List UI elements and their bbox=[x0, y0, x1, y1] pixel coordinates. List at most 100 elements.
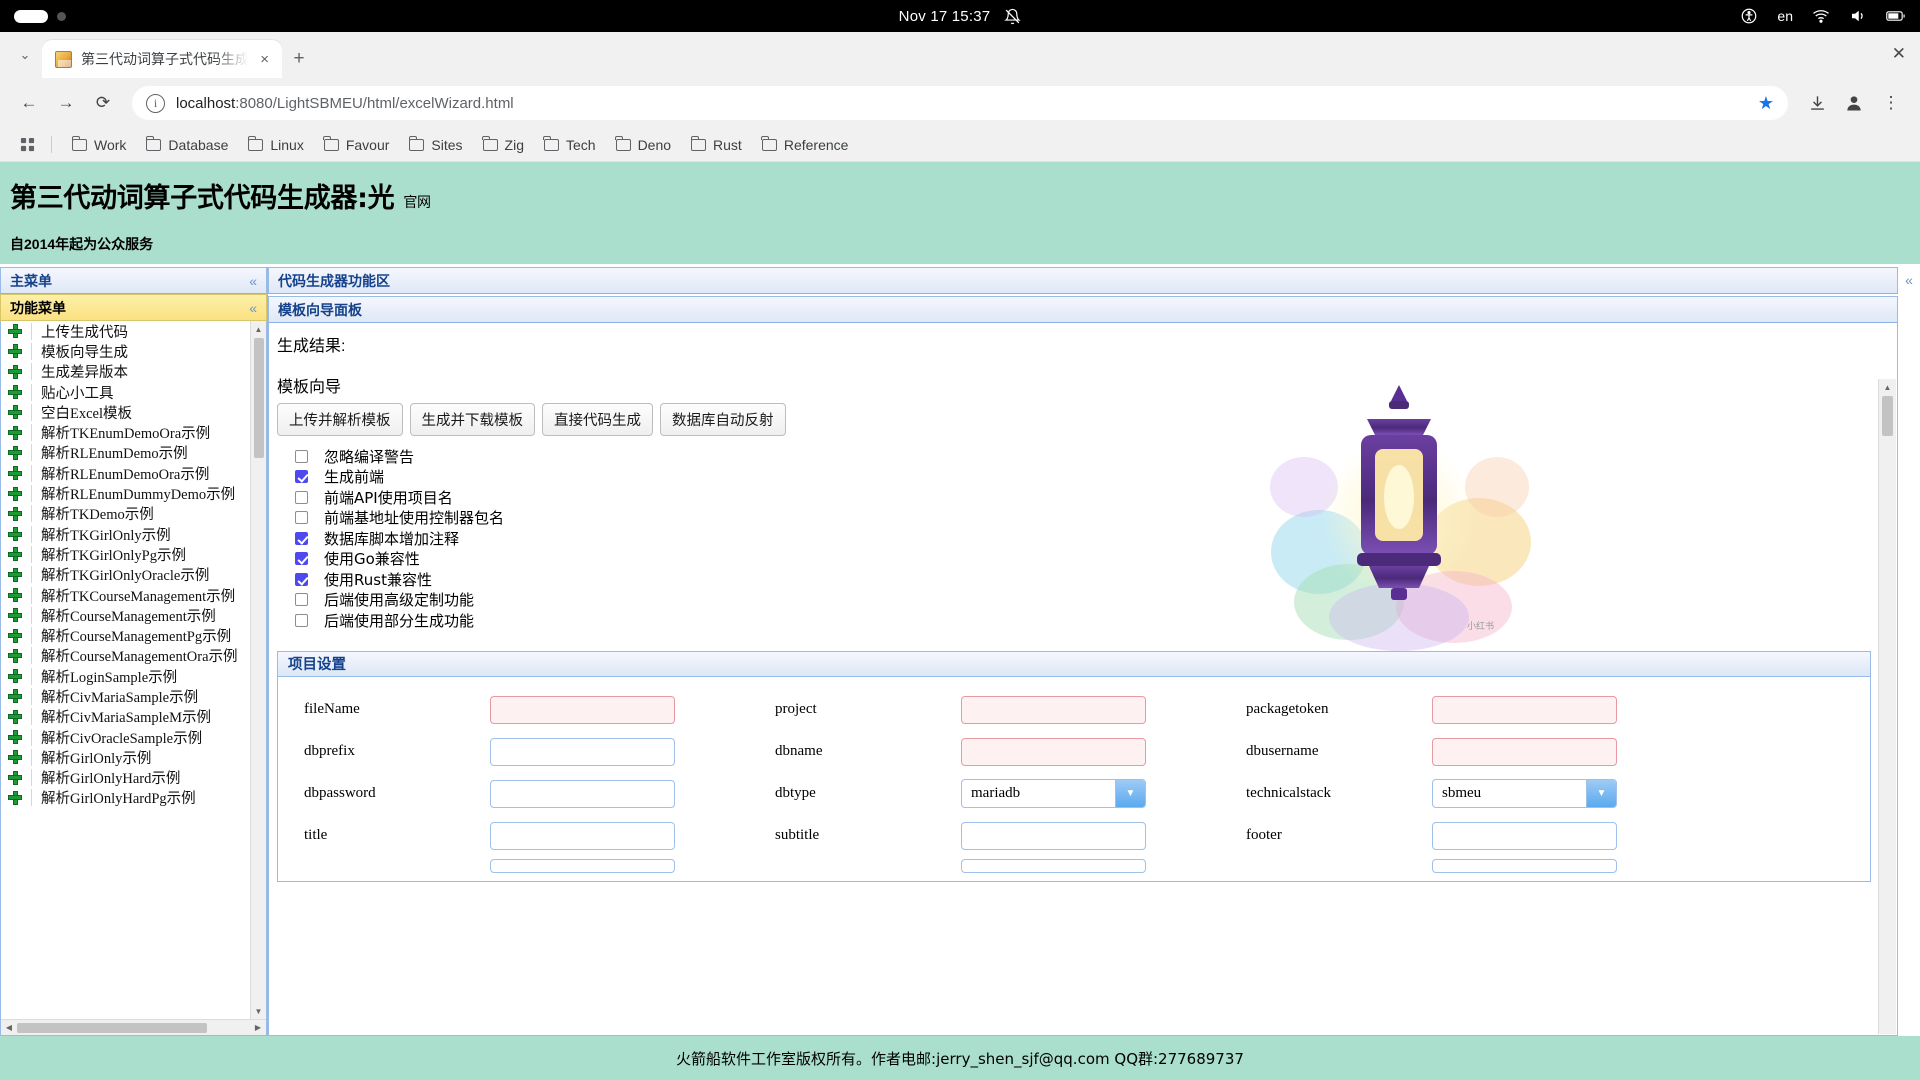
scroll-down-icon[interactable]: ▼ bbox=[251, 1003, 267, 1019]
scroll-up-icon[interactable]: ▲ bbox=[1880, 379, 1896, 395]
sidebar-item-tools[interactable]: 贴心小工具 bbox=[1, 382, 250, 402]
window-close-icon[interactable]: ✕ bbox=[1892, 44, 1906, 64]
sidebar-item-rlenumdummydemo[interactable]: 解析RLEnumDummyDemo示例 bbox=[1, 483, 250, 503]
checkbox[interactable] bbox=[295, 532, 308, 545]
option-backend-advanced-custom[interactable]: 后端使用高级定制功能 bbox=[295, 590, 1879, 611]
title-input[interactable] bbox=[490, 822, 675, 850]
project-input[interactable] bbox=[961, 696, 1146, 724]
sidebar-item-loginsample[interactable]: 解析LoginSample示例 bbox=[1, 666, 250, 686]
profile-icon[interactable] bbox=[1837, 86, 1871, 120]
checkbox[interactable] bbox=[295, 450, 308, 463]
sidebar-item-coursemanagementora[interactable]: 解析CourseManagementOra示例 bbox=[1, 646, 250, 666]
sidebar-item-blank-excel[interactable]: 空白Excel模板 bbox=[1, 402, 250, 422]
volume-icon[interactable] bbox=[1849, 7, 1867, 25]
checkbox[interactable] bbox=[295, 614, 308, 627]
new-tab-button[interactable]: + bbox=[282, 40, 316, 78]
bookmark-reference[interactable]: Reference bbox=[753, 133, 858, 157]
scroll-up-icon[interactable]: ▲ bbox=[251, 321, 267, 337]
close-icon[interactable]: × bbox=[257, 50, 272, 69]
bookmark-zig[interactable]: Zig bbox=[474, 133, 533, 157]
sidebar-item-template-wizard[interactable]: 模板向导生成 bbox=[1, 341, 250, 361]
sidebar-item-tkenumdemoora[interactable]: 解析TKEnumDemoOra示例 bbox=[1, 422, 250, 442]
bookmark-linux[interactable]: Linux bbox=[239, 133, 312, 157]
forward-icon[interactable]: → bbox=[49, 86, 83, 120]
right-collapse-button[interactable]: « bbox=[1898, 267, 1920, 1036]
bookmark-tech[interactable]: Tech bbox=[535, 133, 605, 157]
bookmark-rust[interactable]: Rust bbox=[682, 133, 751, 157]
language-indicator[interactable]: en bbox=[1777, 8, 1793, 24]
bookmark-work[interactable]: Work bbox=[63, 133, 135, 157]
dbname-input[interactable] bbox=[961, 738, 1146, 766]
dbpassword-input[interactable] bbox=[490, 780, 675, 808]
generate-download-template-button[interactable]: 生成并下载模板 bbox=[410, 403, 536, 436]
bookmark-deno[interactable]: Deno bbox=[607, 133, 680, 157]
checkbox[interactable] bbox=[295, 511, 308, 524]
sidebar-item-girlonlyhard[interactable]: 解析GirlOnlyHard示例 bbox=[1, 768, 250, 788]
option-db-script-comments[interactable]: 数据库脚本增加注释 bbox=[295, 528, 1879, 549]
footer-input[interactable] bbox=[1432, 822, 1617, 850]
chevron-down-icon[interactable]: ▼ bbox=[1586, 780, 1616, 807]
chevron-left-icon[interactable]: « bbox=[1905, 272, 1913, 1036]
option-ignore-compile-warning[interactable]: 忽略编译警告 bbox=[295, 446, 1879, 467]
checkbox[interactable] bbox=[295, 470, 308, 483]
scroll-thumb[interactable] bbox=[1882, 396, 1893, 436]
sidebar-function-menu-header[interactable]: 功能菜单 « bbox=[0, 294, 267, 321]
sidebar-item-girlonly[interactable]: 解析GirlOnly示例 bbox=[1, 747, 250, 767]
tab-search-chevron-icon[interactable]: ⌄ bbox=[8, 32, 42, 78]
wifi-icon[interactable] bbox=[1812, 7, 1830, 25]
main-vertical-scrollbar[interactable]: ▲ bbox=[1878, 379, 1896, 1034]
sidebar-item-diff-version[interactable]: 生成差异版本 bbox=[1, 362, 250, 382]
option-generate-frontend[interactable]: 生成前端 bbox=[295, 467, 1879, 488]
chevron-left-icon[interactable]: « bbox=[249, 273, 257, 289]
battery-icon[interactable] bbox=[1886, 8, 1906, 24]
sidebar-item-tkgirlonlypg[interactable]: 解析TKGirlOnlyPg示例 bbox=[1, 544, 250, 564]
option-frontend-api-project-name[interactable]: 前端API使用项目名 bbox=[295, 487, 1879, 508]
upload-parse-template-button[interactable]: 上传并解析模板 bbox=[277, 403, 403, 436]
browser-menu-icon[interactable]: ⋮ bbox=[1874, 86, 1908, 120]
sidebar-main-menu-header[interactable]: 主菜单 « bbox=[0, 267, 267, 294]
download-icon[interactable] bbox=[1800, 86, 1834, 120]
technicalstack-select[interactable]: sbmeu ▼ bbox=[1432, 779, 1617, 808]
checkbox[interactable] bbox=[295, 573, 308, 586]
filename-input[interactable] bbox=[490, 696, 675, 724]
option-frontend-base-controller-package[interactable]: 前端基地址使用控制器包名 bbox=[295, 508, 1879, 529]
next-input-3[interactable] bbox=[1432, 859, 1617, 873]
dbprefix-input[interactable] bbox=[490, 738, 675, 766]
scroll-left-icon[interactable]: ◀ bbox=[1, 1020, 17, 1036]
bookmark-sites[interactable]: Sites bbox=[400, 133, 471, 157]
address-bar[interactable]: i localhost:8080/LightSBMEU/html/excelWi… bbox=[132, 86, 1788, 120]
option-backend-partial-generate[interactable]: 后端使用部分生成功能 bbox=[295, 610, 1879, 631]
checkbox[interactable] bbox=[295, 491, 308, 504]
chevron-up-icon[interactable]: « bbox=[249, 300, 257, 316]
sidebar-item-civmariasample[interactable]: 解析CivMariaSample示例 bbox=[1, 686, 250, 706]
next-input-2[interactable] bbox=[961, 859, 1146, 873]
sidebar-item-tkgirlonly[interactable]: 解析TKGirlOnly示例 bbox=[1, 524, 250, 544]
option-rust-compat[interactable]: 使用Rust兼容性 bbox=[295, 569, 1879, 590]
scroll-thumb[interactable] bbox=[17, 1023, 207, 1033]
packagetoken-input[interactable] bbox=[1432, 696, 1617, 724]
database-auto-reflect-button[interactable]: 数据库自动反射 bbox=[660, 403, 786, 436]
bookmark-favour[interactable]: Favour bbox=[315, 133, 399, 157]
site-info-icon[interactable]: i bbox=[146, 94, 165, 113]
option-go-compat[interactable]: 使用Go兼容性 bbox=[295, 549, 1879, 570]
sidebar-item-upload-generate[interactable]: 上传生成代码 bbox=[1, 321, 250, 341]
bookmark-star-icon[interactable]: ★ bbox=[1758, 93, 1774, 114]
sidebar-item-tkdemo[interactable]: 解析TKDemo示例 bbox=[1, 504, 250, 524]
reload-icon[interactable]: ⟳ bbox=[86, 86, 120, 120]
scroll-right-icon[interactable]: ▶ bbox=[250, 1020, 266, 1036]
sidebar-item-rlenumdemo[interactable]: 解析RLEnumDemo示例 bbox=[1, 443, 250, 463]
bookmark-database[interactable]: Database bbox=[137, 133, 237, 157]
sidebar-item-girlonlyhardpg[interactable]: 解析GirlOnlyHardPg示例 bbox=[1, 788, 250, 808]
sidebar-item-tkcoursemanagement[interactable]: 解析TKCourseManagement示例 bbox=[1, 585, 250, 605]
subtitle-input[interactable] bbox=[961, 822, 1146, 850]
sidebar-item-rlenumdemoora[interactable]: 解析RLEnumDemoOra示例 bbox=[1, 463, 250, 483]
sidebar-item-civoraclesample[interactable]: 解析CivOracleSample示例 bbox=[1, 727, 250, 747]
direct-code-generate-button[interactable]: 直接代码生成 bbox=[542, 403, 653, 436]
dbusername-input[interactable] bbox=[1432, 738, 1617, 766]
sidebar-item-coursemanagementpg[interactable]: 解析CourseManagementPg示例 bbox=[1, 625, 250, 645]
chevron-down-icon[interactable]: ▼ bbox=[1115, 780, 1145, 807]
sidebar-item-civmariasamplem[interactable]: 解析CivMariaSampleM示例 bbox=[1, 707, 250, 727]
checkbox[interactable] bbox=[295, 552, 308, 565]
checkbox[interactable] bbox=[295, 593, 308, 606]
browser-tab[interactable]: 第三代动词算子式代码生成器 × bbox=[42, 40, 282, 78]
